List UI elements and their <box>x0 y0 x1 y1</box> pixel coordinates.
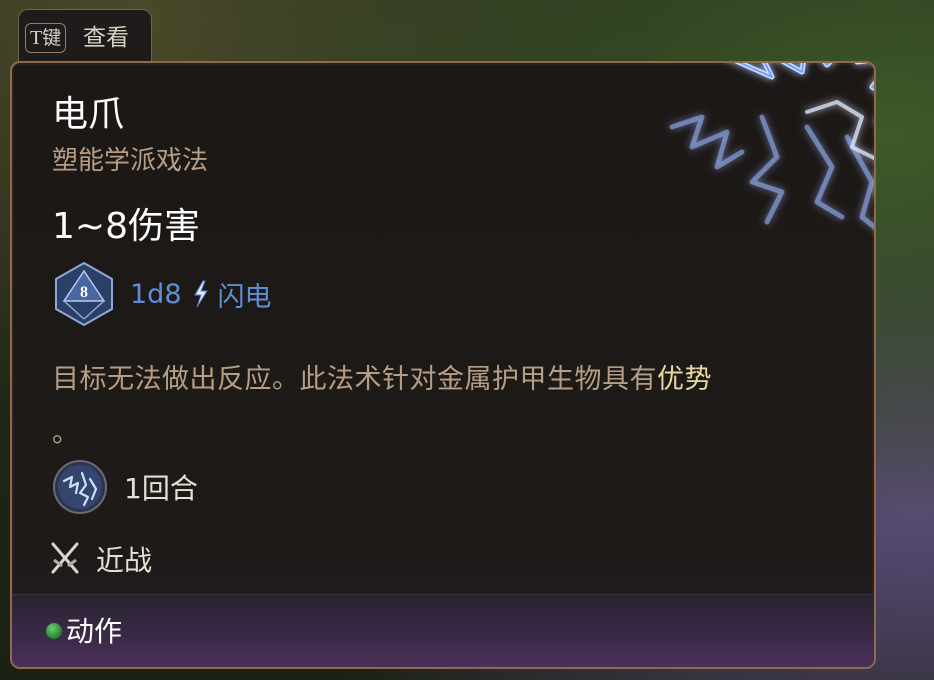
spell-portrait-icon <box>53 460 107 514</box>
spell-name: 电爪 <box>52 94 125 135</box>
action-type-footer: 动作 <box>12 594 874 667</box>
lightning-claw-icon <box>669 63 874 230</box>
duration-text: 1回合 <box>124 472 198 505</box>
duration-row: 1回合 <box>52 459 198 515</box>
advantage-keyword[interactable]: 优势 <box>657 364 712 395</box>
key-letter: T <box>30 26 43 49</box>
dice-formula: 1d8 <box>130 278 182 310</box>
action-type-label: 动作 <box>66 615 123 648</box>
lightning-bolt-icon <box>193 280 208 308</box>
range-text: 近战 <box>96 544 153 577</box>
spell-school: 塑能学派戏法 <box>52 146 209 176</box>
damage-dice-row: 8 1d8 闪电 <box>52 261 272 327</box>
d8-dice-icon: 8 <box>55 261 113 327</box>
description-text: 目标无法做出反应。此法术针对金属护甲生物具有 <box>52 364 657 395</box>
key-suffix: 键 <box>42 26 62 49</box>
key-badge: T键 <box>25 23 67 53</box>
spell-tooltip: 电爪 塑能学派戏法 1~8伤害 8 1d8 闪电 目标无法做出反应。此法术针对金… <box>10 61 876 669</box>
examine-label: 查看 <box>83 25 129 51</box>
dice-face-label: 8 <box>80 284 88 301</box>
damage-type: 闪电 <box>217 281 272 313</box>
action-dot-icon <box>46 623 62 639</box>
range-row: 近战 <box>51 535 153 583</box>
spell-description: 目标无法做出反应。此法术针对金属护甲生物具有优势。 <box>52 353 842 461</box>
description-tail: 。 <box>52 418 80 449</box>
crossed-swords-icon <box>51 542 79 574</box>
damage-range: 1~8伤害 <box>52 206 200 247</box>
examine-hint-tab[interactable]: T键 查看 <box>18 9 152 61</box>
